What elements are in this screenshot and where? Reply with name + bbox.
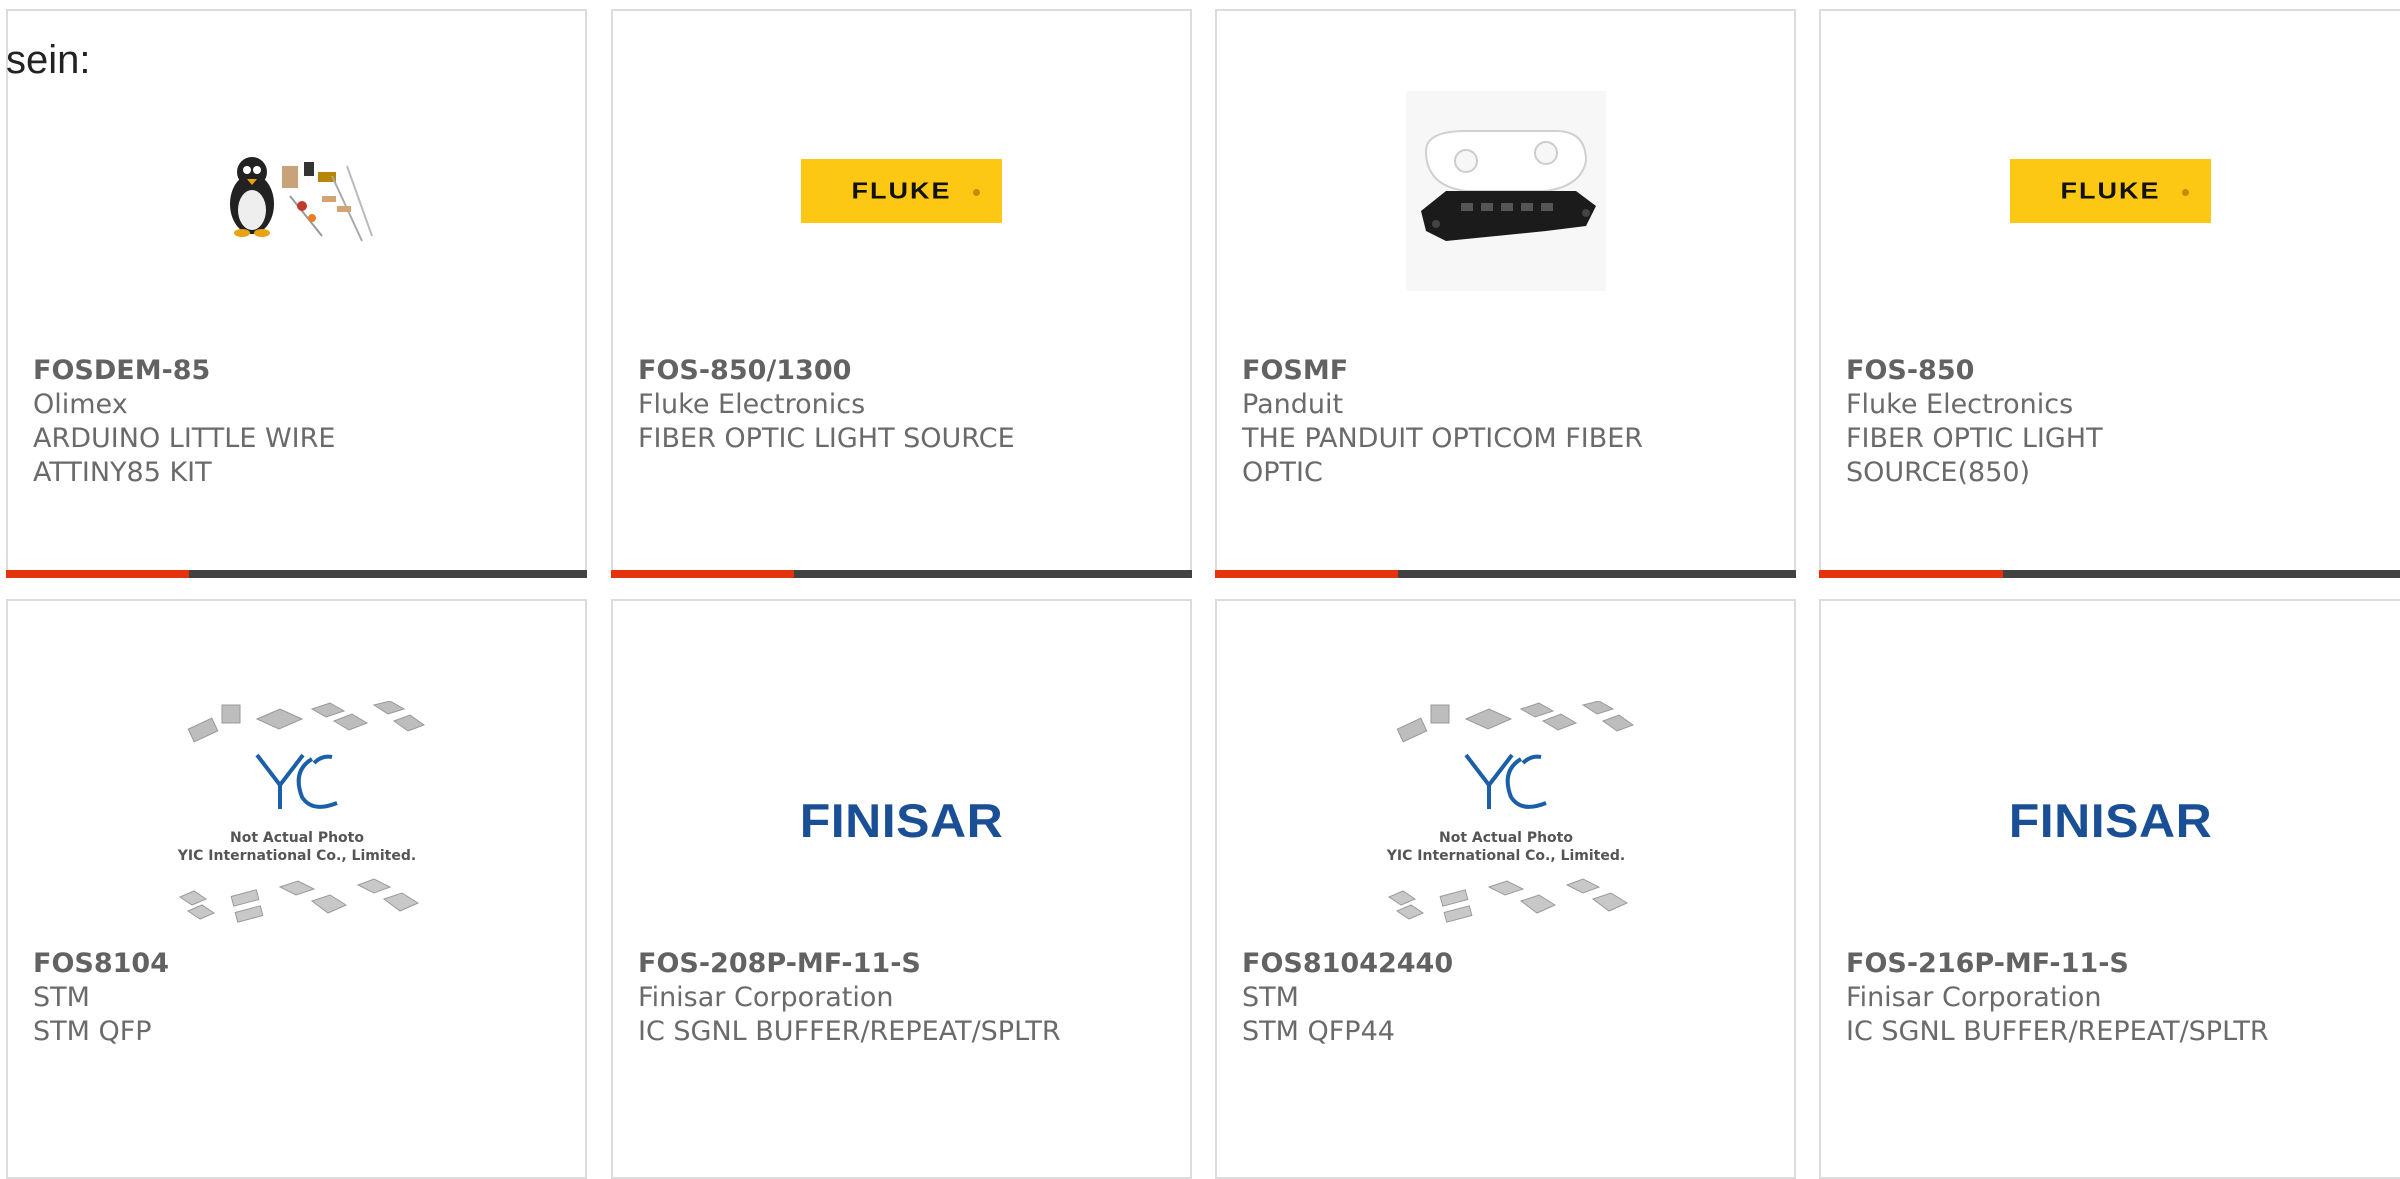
product-image[interactable]: FINISAR	[1821, 681, 2400, 961]
description-line: STM QFP	[33, 1016, 152, 1047]
product-image[interactable]: FINISAR	[613, 681, 1190, 961]
card-accent-highlight	[6, 570, 189, 578]
card-accent-bar	[1819, 570, 2400, 578]
part-number[interactable]: FOS-850	[1846, 354, 2380, 388]
fluke-logo: FLUKE	[801, 159, 1002, 223]
card-accent-highlight	[1819, 570, 2003, 578]
manufacturer: Fluke Electronics	[638, 389, 866, 420]
arduino-kit-photo	[229, 157, 373, 242]
product-image[interactable]: FLUKE	[613, 71, 1190, 311]
product-card-fos8104[interactable]: Not Actual Photo YIC International Co., …	[6, 599, 587, 1179]
part-number[interactable]: FOSMF	[1242, 354, 1774, 388]
placeholder-caption: YIC International Co., Limited.	[176, 848, 415, 864]
finisar-logo: FINISAR	[2008, 794, 2213, 848]
fluke-logo: FLUKE	[2010, 159, 2211, 223]
card-accent-highlight	[1215, 570, 1398, 578]
description-line: OPTIC	[1242, 457, 1323, 488]
part-number[interactable]: FOS-850/1300	[638, 354, 1170, 388]
description-line: FIBER OPTIC LIGHT SOURCE	[638, 423, 1015, 454]
product-card-fos-850-1300[interactable]: FLUKE FOS-850/1300 Fluke Electronics FIB…	[611, 9, 1192, 578]
manufacturer: Panduit	[1242, 389, 1344, 420]
product-image[interactable]: Not Actual Photo YIC International Co., …	[8, 681, 585, 961]
description-line: ARDUINO LITTLE WIRE	[33, 423, 336, 454]
description-line: STM QFP44	[1242, 1016, 1395, 1047]
description-line: ATTINY85 KIT	[33, 457, 212, 488]
product-card-fosmf[interactable]: FOSMF Panduit THE PANDUIT OPTICOM FIBER …	[1215, 9, 1796, 578]
page-heading: sein:	[6, 38, 91, 82]
product-card-fos-216p-mf-11-s[interactable]: FINISAR FOS-216P-MF-11-S Finisar Corpora…	[1819, 599, 2400, 1179]
product-image[interactable]	[1217, 71, 1794, 311]
card-accent-bar	[6, 570, 587, 578]
product-card-fos-850[interactable]: FLUKE FOS-850 Fluke Electronics FIBER OP…	[1819, 9, 2400, 578]
part-number[interactable]: FOS-216P-MF-11-S	[1846, 947, 2380, 981]
card-accent-highlight	[611, 570, 794, 578]
manufacturer: STM	[33, 982, 90, 1013]
yic-placeholder-image: Not Actual Photo YIC International Co., …	[176, 701, 425, 923]
product-image[interactable]	[8, 71, 585, 311]
description-line: IC SGNL BUFFER/REPEAT/SPLTR	[638, 1016, 1061, 1047]
manufacturer: Fluke Electronics	[1846, 389, 2074, 420]
manufacturer: Olimex	[33, 389, 128, 420]
placeholder-caption: Not Actual Photo	[230, 830, 364, 846]
part-number[interactable]: FOS81042440	[1242, 947, 1774, 981]
card-accent-bar	[1215, 570, 1796, 578]
placeholder-caption: Not Actual Photo	[1439, 830, 1573, 846]
manufacturer: STM	[1242, 982, 1299, 1013]
part-number[interactable]: FOS-208P-MF-11-S	[638, 947, 1170, 981]
yic-placeholder-image: Not Actual Photo YIC International Co., …	[1385, 701, 1634, 923]
part-number[interactable]: FOSDEM-85	[33, 354, 565, 388]
product-card-fosdem-85[interactable]: FOSDEM-85 Olimex ARDUINO LITTLE WIRE ATT…	[6, 9, 587, 578]
manufacturer: Finisar Corporation	[1846, 982, 2102, 1013]
description-line: FIBER OPTIC LIGHT	[1846, 423, 2103, 454]
description-line: IC SGNL BUFFER/REPEAT/SPLTR	[1846, 1016, 2269, 1047]
product-image[interactable]: FLUKE	[1821, 71, 2400, 311]
product-card-fos81042440[interactable]: Not Actual Photo YIC International Co., …	[1215, 599, 1796, 1179]
product-image[interactable]: Not Actual Photo YIC International Co., …	[1217, 681, 1794, 961]
manufacturer: Finisar Corporation	[638, 982, 894, 1013]
part-number[interactable]: FOS8104	[33, 947, 565, 981]
description-line: THE PANDUIT OPTICOM FIBER	[1242, 423, 1644, 454]
description-line: SOURCE(850)	[1846, 457, 2031, 488]
card-accent-bar	[611, 570, 1192, 578]
finisar-logo: FINISAR	[799, 794, 1004, 848]
placeholder-caption: YIC International Co., Limited.	[1385, 848, 1624, 864]
panduit-bracket-photo	[1405, 91, 1606, 291]
product-card-fos-208p-mf-11-s[interactable]: FINISAR FOS-208P-MF-11-S Finisar Corpora…	[611, 599, 1192, 1179]
